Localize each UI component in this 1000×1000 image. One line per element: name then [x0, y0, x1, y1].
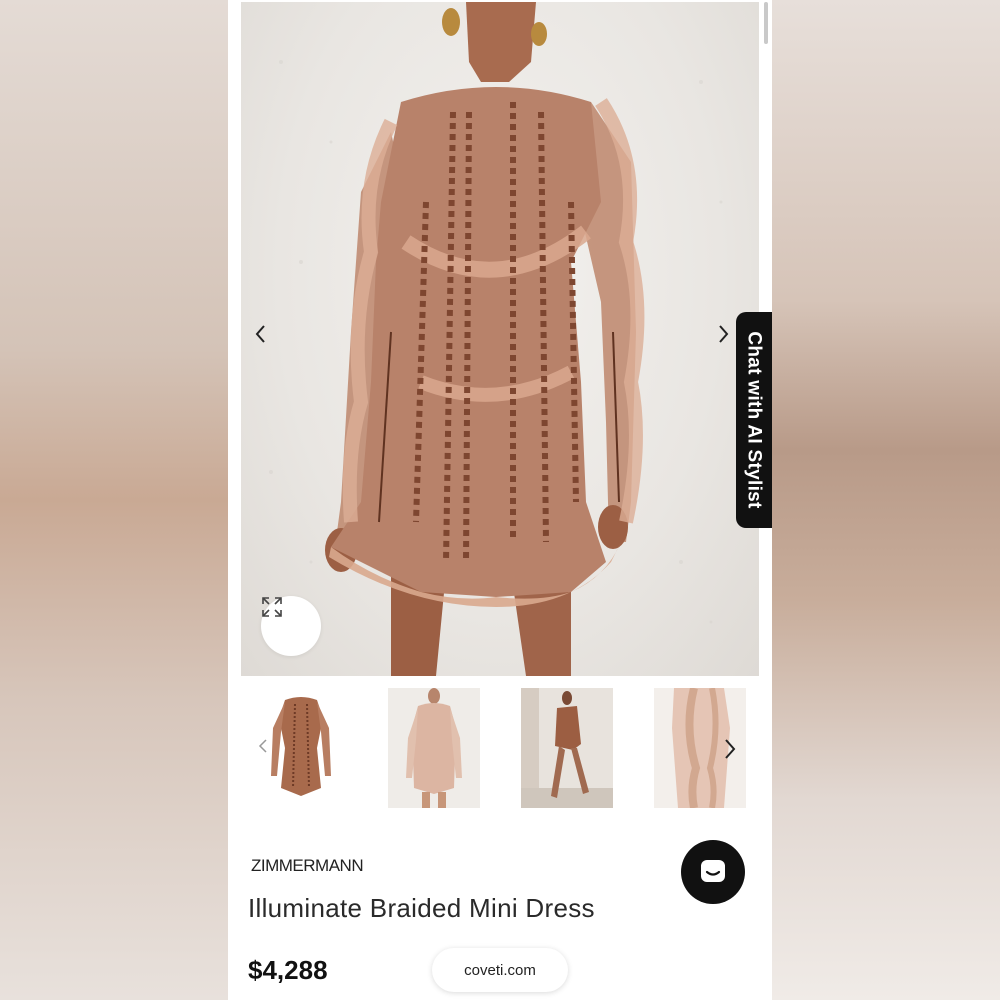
chevron-right-icon: [719, 325, 729, 343]
thumbnail-front-view[interactable]: [388, 688, 480, 808]
thumbnail-strip: [228, 688, 772, 812]
product-image[interactable]: [241, 2, 759, 676]
previous-image-button[interactable]: [253, 324, 283, 354]
support-chat-button[interactable]: [681, 840, 745, 904]
chat-with-ai-stylist-tab[interactable]: Chat with AI Stylist: [736, 312, 772, 528]
thumbnail-next-button[interactable]: [722, 738, 738, 765]
product-title: Illuminate Braided Mini Dress: [248, 893, 595, 923]
chevron-left-icon: [258, 739, 267, 753]
thumbnail-prev-button[interactable]: [258, 738, 268, 759]
blurred-backdrop-right: [772, 0, 1000, 1000]
dress-photo: [269, 2, 723, 676]
blurred-backdrop-left: [0, 0, 228, 1000]
product-price: $4,288: [248, 955, 328, 985]
brand-name[interactable]: ZIMMERMANN: [251, 856, 364, 876]
chevron-left-icon: [255, 325, 265, 343]
thumbnail-side-walking[interactable]: [521, 688, 613, 808]
chat-bubble-icon: [701, 860, 725, 882]
site-url-label: coveti.com: [464, 961, 536, 979]
expand-image-button[interactable]: [261, 596, 321, 656]
chevron-right-icon: [725, 739, 736, 759]
site-url-pill[interactable]: coveti.com: [432, 948, 568, 992]
chat-tab-label: Chat with AI Stylist: [744, 331, 765, 509]
scrollbar[interactable]: [764, 2, 768, 44]
expand-icon: [262, 597, 282, 617]
thumbnail-flat-lay[interactable]: [255, 688, 347, 808]
product-page: Chat with AI Stylist ZIMMERMANN Illumina…: [228, 0, 772, 1000]
